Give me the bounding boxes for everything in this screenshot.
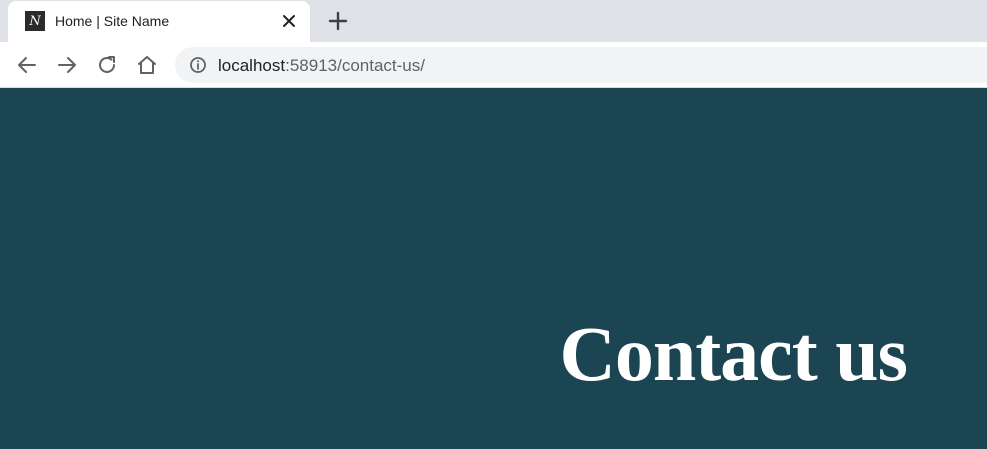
browser-toolbar: localhost:58913/contact-us/	[0, 42, 987, 88]
address-bar[interactable]: localhost:58913/contact-us/	[175, 47, 987, 83]
new-tab-plus-icon[interactable]	[326, 9, 350, 33]
back-arrow-icon[interactable]	[15, 53, 39, 77]
url-host: localhost	[218, 56, 286, 75]
close-icon[interactable]	[280, 12, 298, 30]
hero-section: Contact us	[0, 89, 987, 449]
page-title: Contact us	[559, 310, 908, 397]
url-path: :58913/contact-us/	[285, 56, 425, 75]
tab-title: Home | Site Name	[55, 13, 170, 29]
site-favicon-icon: N	[25, 11, 45, 31]
browser-tabstrip: N Home | Site Name	[0, 0, 987, 42]
browser-tab-active[interactable]: N Home | Site Name	[8, 1, 310, 42]
info-icon[interactable]	[189, 56, 207, 74]
home-icon[interactable]	[135, 53, 159, 77]
favicon-letter: N	[29, 13, 41, 29]
forward-arrow-icon[interactable]	[55, 53, 79, 77]
reload-icon[interactable]	[95, 53, 119, 77]
url-text[interactable]: localhost:58913/contact-us/	[218, 56, 425, 76]
